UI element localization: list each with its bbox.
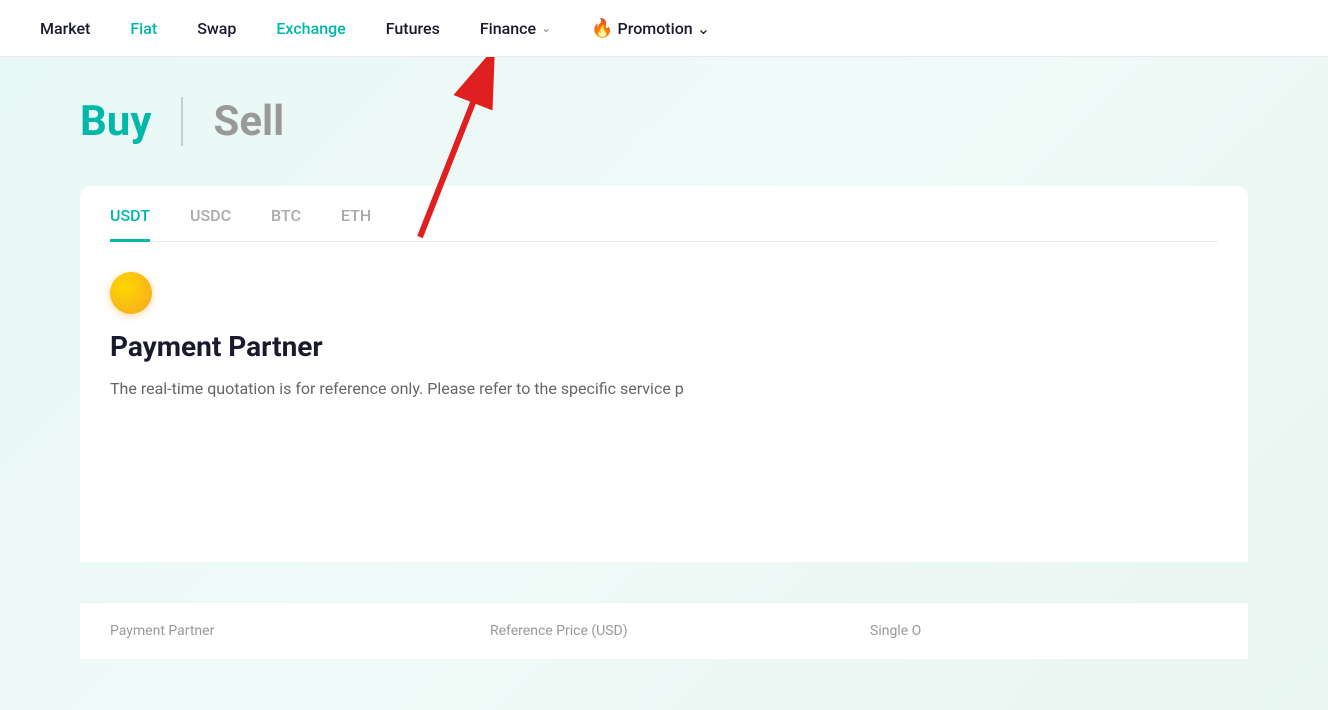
coin-icon xyxy=(110,272,152,314)
nav-finance[interactable]: Finance ⌄ xyxy=(480,11,551,46)
table-header: Payment Partner Reference Price (USD) Si… xyxy=(80,602,1248,659)
payment-partner-title: Payment Partner xyxy=(110,330,1218,363)
nav-market[interactable]: Market xyxy=(40,11,90,46)
navbar: Market Fiat Swap Exchange Futures Financ… xyxy=(0,0,1328,57)
nav-fiat[interactable]: Fiat xyxy=(130,11,157,46)
tab-usdc[interactable]: USDC xyxy=(190,206,231,242)
currency-tabs: USDT USDC BTC ETH xyxy=(110,206,1218,242)
tab-buy[interactable]: Buy xyxy=(80,97,183,146)
currency-tabs-container: USDT USDC BTC ETH xyxy=(80,186,1248,242)
main-content: OKX Buy Sell USDT USDC BTC ETH Payment P… xyxy=(0,57,1328,710)
table-col-reference-price: Reference Price (USD) xyxy=(490,623,870,639)
nav-futures[interactable]: Futures xyxy=(386,11,440,46)
tab-sell[interactable]: Sell xyxy=(213,97,284,146)
tab-usdt[interactable]: USDT xyxy=(110,206,150,242)
buy-sell-tabs: Buy Sell xyxy=(80,97,1248,146)
payment-partner-description: The real-time quotation is for reference… xyxy=(110,377,810,401)
table-col-single: Single O xyxy=(870,623,1218,639)
nav-promotion[interactable]: 🔥 Promotion ⌄ xyxy=(591,18,710,39)
tab-btc[interactable]: BTC xyxy=(271,206,301,242)
flame-icon: 🔥 xyxy=(591,18,613,39)
nav-swap[interactable]: Swap xyxy=(197,11,236,46)
content-card: Payment Partner The real-time quotation … xyxy=(80,242,1248,562)
table-col-payment-partner: Payment Partner xyxy=(110,623,490,639)
finance-chevron-icon: ⌄ xyxy=(541,21,551,35)
promotion-chevron-icon: ⌄ xyxy=(697,19,710,38)
nav-exchange[interactable]: Exchange xyxy=(276,11,345,46)
tab-eth[interactable]: ETH xyxy=(341,206,371,242)
